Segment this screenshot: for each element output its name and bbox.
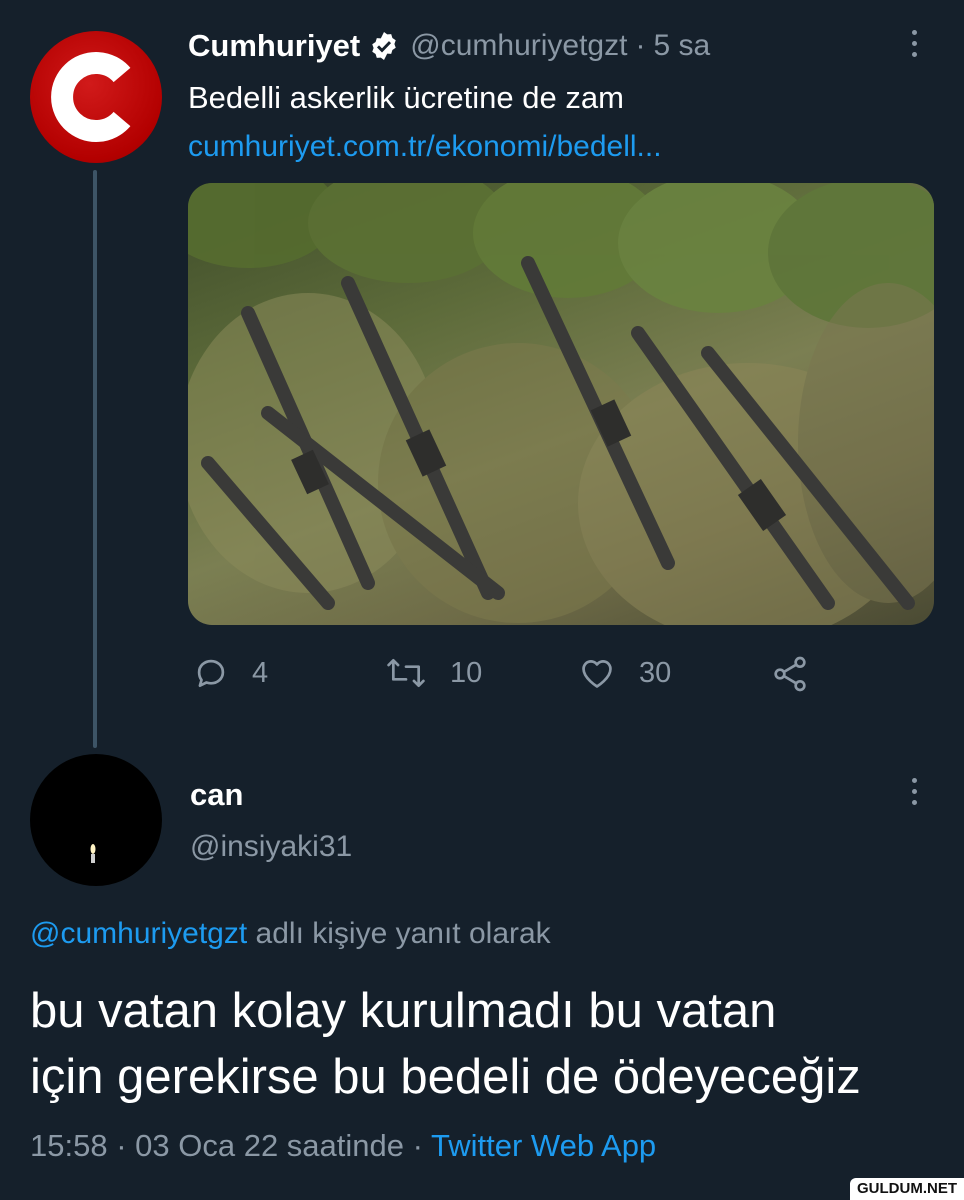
replying-to: @cumhuriyetgzt adlı kişiye yanıt olarak bbox=[30, 917, 551, 951]
reply-author-name[interactable]: can bbox=[190, 777, 243, 813]
thread-line bbox=[93, 170, 97, 748]
reply-text: bu vatan kolay kurulmadı bu vatan için g… bbox=[30, 978, 861, 1110]
like-icon bbox=[582, 660, 612, 688]
header-separator: · bbox=[635, 29, 646, 62]
tweet-link[interactable]: cumhuriyet.com.tr/ekonomi/bedell... bbox=[188, 130, 662, 164]
more-options-icon[interactable] bbox=[909, 30, 919, 66]
author-name[interactable]: Cumhuriyet bbox=[188, 28, 360, 64]
tweet-date[interactable]: 03 Oca 22 saatinde bbox=[135, 1128, 404, 1163]
retweet-action[interactable]: 10 bbox=[384, 654, 482, 692]
retweet-icon bbox=[387, 658, 425, 688]
replying-to-mention[interactable]: @cumhuriyetgzt bbox=[30, 917, 247, 950]
can-avatar[interactable] bbox=[30, 754, 162, 886]
cumhuriyet-logo bbox=[51, 52, 131, 142]
candle-icon bbox=[90, 844, 96, 863]
tweet-meta: 15:58 · 03 Oca 22 saatinde · Twitter Web… bbox=[30, 1128, 656, 1164]
reply-author-handle[interactable]: @insiyaki31 bbox=[190, 830, 352, 864]
like-count: 30 bbox=[639, 656, 672, 689]
retweet-count: 10 bbox=[450, 656, 483, 689]
reply-count: 4 bbox=[252, 656, 269, 689]
cumhuriyet-avatar[interactable] bbox=[30, 31, 162, 163]
meta-separator-2: · bbox=[412, 1128, 423, 1163]
reply-more-options-icon[interactable] bbox=[909, 778, 919, 814]
reply-icon bbox=[197, 659, 225, 688]
watermark: GULDUM.NET bbox=[850, 1178, 964, 1200]
author-handle[interactable]: @cumhuriyetgzt bbox=[410, 29, 627, 63]
meta-separator: · bbox=[116, 1128, 127, 1163]
tweet-text: Bedelli askerlik ücretine de zam bbox=[188, 80, 624, 115]
tweet-header: Cumhuriyet @cumhuriyetgzt · 5 sa bbox=[188, 28, 710, 64]
replying-to-suffix: adlı kişiye yanıt olarak bbox=[255, 917, 551, 950]
tweet-client[interactable]: Twitter Web App bbox=[431, 1128, 656, 1163]
share-action[interactable] bbox=[770, 654, 832, 694]
share-icon bbox=[774, 656, 806, 692]
reply-action[interactable]: 4 bbox=[192, 654, 268, 692]
tweet-media-image[interactable] bbox=[188, 183, 934, 625]
tweet-time[interactable]: 15:58 bbox=[30, 1128, 108, 1163]
verified-badge-icon bbox=[368, 30, 400, 62]
tweet-time[interactable]: 5 sa bbox=[653, 29, 710, 63]
like-action[interactable]: 30 bbox=[577, 654, 671, 692]
reply-text-line-2: için gerekirse bu bedeli de ödeyeceğiz bbox=[30, 1050, 861, 1104]
reply-text-line-1: bu vatan kolay kurulmadı bu vatan bbox=[30, 984, 777, 1038]
